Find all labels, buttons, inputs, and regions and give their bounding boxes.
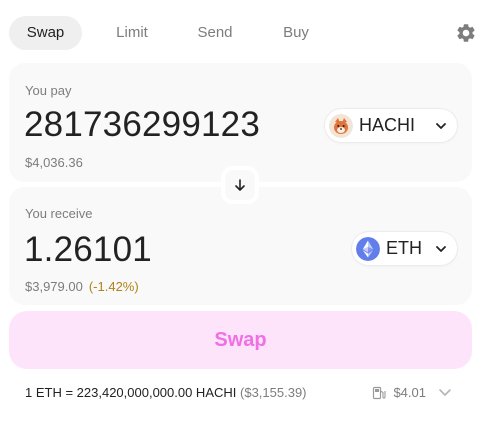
- exchange-rate[interactable]: 1 ETH = 223,420,000,000.00 HACHI ($3,155…: [25, 385, 307, 400]
- chevron-down-icon: [436, 122, 446, 129]
- receive-usd-line: $3,979.00 (-1.42%): [25, 279, 139, 294]
- tab-swap[interactable]: Swap: [9, 16, 82, 50]
- swap-button[interactable]: Swap: [9, 311, 472, 369]
- chevron-down-icon[interactable]: [438, 387, 452, 399]
- pay-token-symbol: HACHI: [359, 115, 416, 135]
- eth-token-icon: [356, 236, 380, 261]
- tab-limit[interactable]: Limit: [102, 16, 162, 50]
- receive-usd-value: $3,979.00: [25, 279, 83, 294]
- pay-amount-input[interactable]: [24, 105, 314, 145]
- pay-panel: You pay $4,036.36 HACHI: [9, 63, 472, 182]
- gas-fee-value: $4.01: [393, 385, 426, 400]
- arrow-down-icon: [235, 179, 245, 191]
- tab-buy[interactable]: Buy: [273, 16, 319, 50]
- hachi-token-icon: [329, 113, 353, 138]
- tab-send[interactable]: Send: [187, 16, 243, 50]
- gas-pump-icon: [373, 386, 387, 399]
- pay-label: You pay: [25, 83, 72, 98]
- receive-token-selector[interactable]: ETH: [352, 232, 457, 265]
- swap-tabs: Swap Limit Send Buy: [9, 16, 485, 52]
- receive-amount-input[interactable]: [24, 230, 314, 270]
- receive-panel: You receive $3,979.00 (-1.42%) ETH: [9, 187, 472, 305]
- pay-usd-value: $4,036.36: [25, 155, 83, 170]
- switch-tokens-button[interactable]: [221, 166, 259, 204]
- exchange-rate-text: 1 ETH = 223,420,000,000.00 HACHI: [25, 385, 237, 400]
- gas-fee: $4.01: [372, 385, 426, 400]
- gear-icon[interactable]: [455, 22, 477, 44]
- exchange-rate-usd: ($3,155.39): [240, 385, 307, 400]
- chevron-down-icon: [436, 245, 446, 252]
- price-impact: (-1.42%): [88, 279, 139, 294]
- pay-token-selector[interactable]: HACHI: [325, 109, 457, 142]
- receive-token-symbol: ETH: [386, 238, 422, 258]
- receive-label: You receive: [25, 206, 93, 221]
